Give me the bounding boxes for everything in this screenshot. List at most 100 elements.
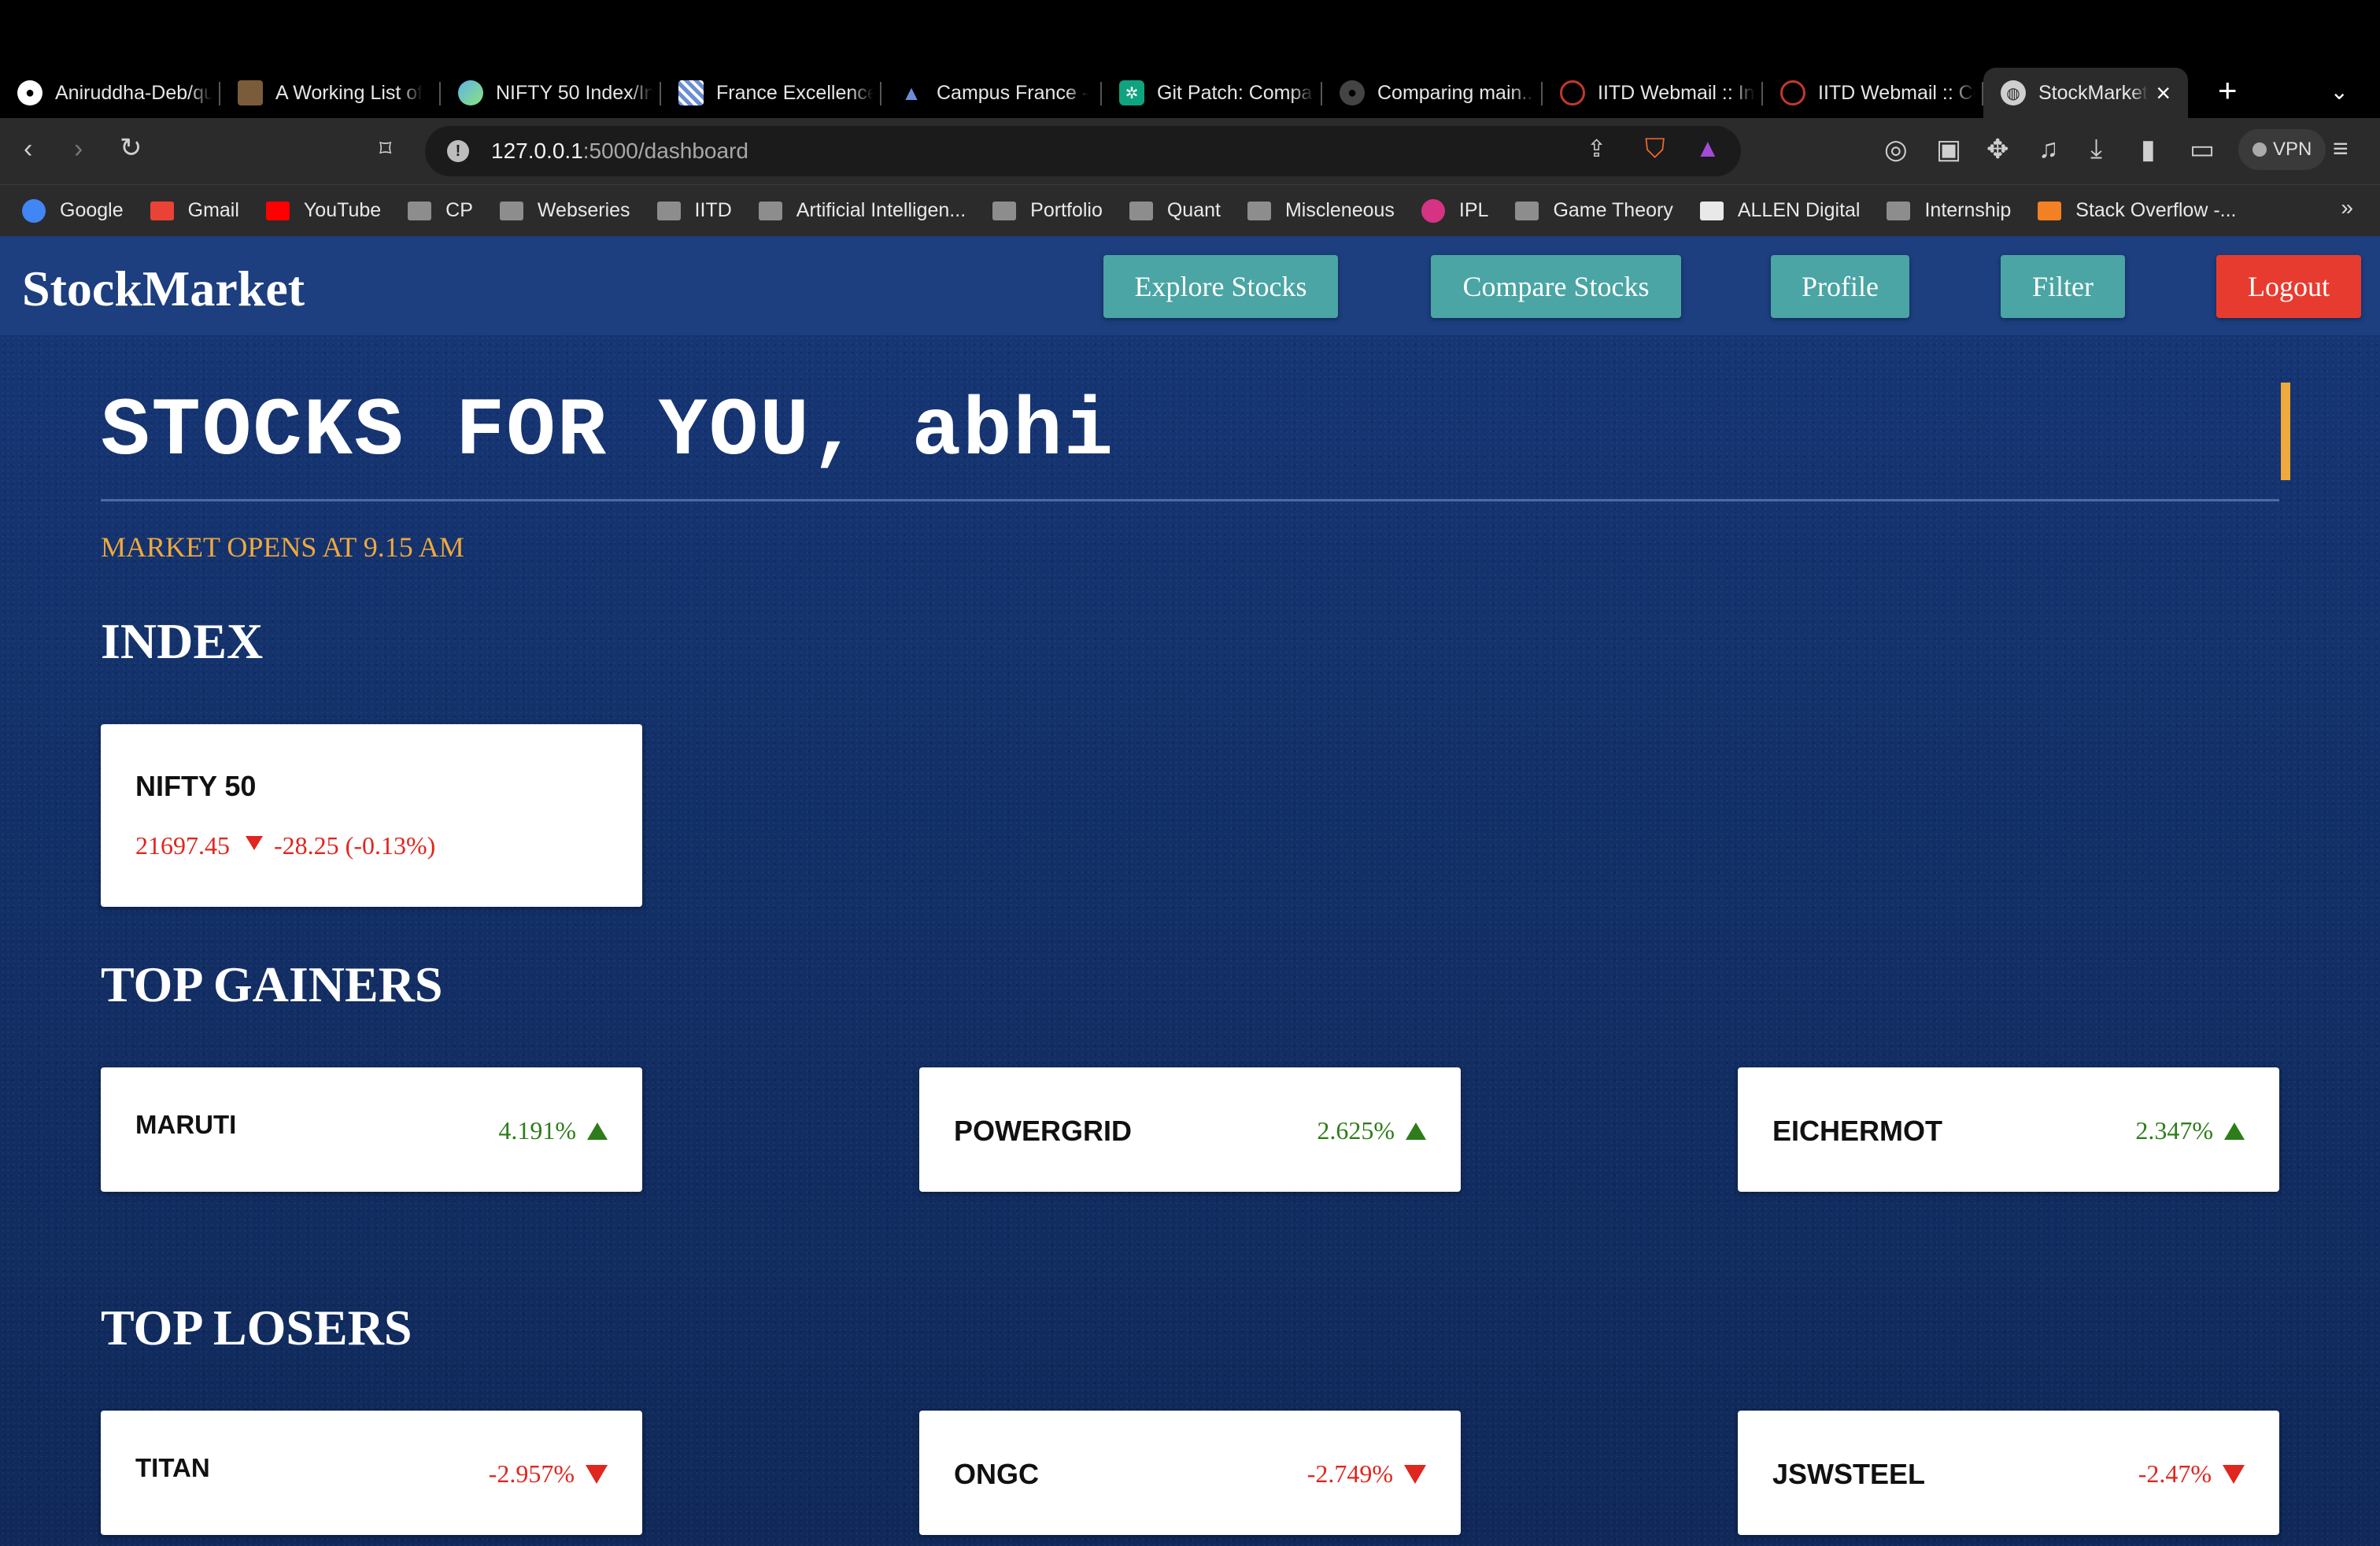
vpn-label: VPN [2273,139,2312,160]
bookmark-item[interactable]: CP [408,199,473,222]
browser-tab[interactable]: ● Comparing main... [1322,68,1543,118]
gainer-card[interactable]: POWERGRID 2.625% [919,1067,1461,1192]
browser-tab[interactable]: IITD Webmail :: Int [1543,68,1763,118]
new-tab-button[interactable]: + [2218,72,2238,109]
folder-icon [1887,201,1911,220]
bookmark-label: Quant [1166,199,1221,221]
bookmark-label: ALLEN Digital [1737,199,1861,221]
bookmark-item[interactable]: Google [22,198,124,223]
stock-symbol: EICHERMOT [1772,1115,1942,1147]
browser-tab[interactable]: ● Aniruddha-Deb/qu [0,68,220,118]
menu-icon[interactable]: ≡ [2333,134,2349,165]
tab-title: StockMarket [2038,81,2148,104]
tab-title: Git Patch: Compar [1157,81,1314,104]
calendar-icon[interactable]: ▣ [1936,134,1961,165]
bookmark-label: Game Theory [1553,199,1673,221]
bookmark-icon[interactable]: ⌑ [379,135,391,163]
brave-rewards-icon[interactable]: ▲ [1695,134,1720,163]
index-card[interactable]: NIFTY 50 21697.45 -28.25 (-0.13%) [101,724,642,907]
folder-icon [1129,201,1153,220]
browser-tab[interactable]: NIFTY 50 Index/In [441,68,661,118]
bookmark-label: Miscleneous [1284,199,1395,221]
up-arrow-icon [2224,1122,2245,1140]
bookmark-item[interactable]: YouTube [265,199,381,222]
tab-title: Campus France - [937,81,1089,104]
bookmark-item[interactable]: IPL [1421,198,1488,223]
forward-icon[interactable]: › [74,134,83,165]
bookmark-item[interactable]: Artificial Intelligen... [758,199,966,222]
tab-title: NIFTY 50 Index/In [496,81,653,104]
bookmark-label: Stack Overflow -... [2075,199,2237,221]
bookmark-item[interactable]: Stack Overflow -... [2038,199,2237,222]
down-arrow-icon [1404,1464,1426,1484]
youtube-icon [265,201,290,220]
stock-change: 4.191% [498,1116,608,1145]
bookmark-item[interactable]: Miscleneous [1247,199,1395,222]
browser-tab[interactable]: ▲ Campus France - [881,68,1102,118]
google-icon [22,198,46,223]
browser-tab[interactable]: A Working List of [220,68,441,118]
browser-tab[interactable]: ✲ Git Patch: Compar [1102,68,1322,118]
back-icon[interactable]: ‹ [24,134,32,165]
brand-logo[interactable]: StockMarket [22,260,305,318]
up-arrow-icon [1406,1122,1426,1140]
bookmark-item[interactable]: Game Theory [1515,199,1673,222]
download-icon[interactable]: ⤓ [2090,134,2102,165]
brave-shield-icon[interactable]: ⛉ [1645,134,1665,165]
bookmark-label: Portfolio [1030,199,1103,221]
compare-stocks-button[interactable]: Compare Stocks [1431,255,1681,318]
bookmark-item[interactable]: Gmail [150,199,239,222]
address-bar[interactable]: ! 127.0.0.1:5000/dashboard ⇪ ⛉ ▲ [425,126,1741,176]
bookmark-item[interactable]: Portfolio [992,199,1103,222]
loser-card[interactable]: JSWSTEEL -2.47% [1738,1411,2279,1535]
vpn-button[interactable]: VPN [2238,129,2326,170]
folder-icon [408,201,432,220]
stock-symbol: ONGC [954,1458,1039,1490]
browser-tab-active[interactable]: ◍ StockMarket × [1983,68,2188,118]
bookmark-item[interactable]: Quant [1129,199,1221,222]
github-icon: ● [17,80,42,105]
index-value: 21697.45 [135,831,230,860]
wallet-icon[interactable]: ▭ [2190,134,2215,165]
up-arrow-icon [587,1122,608,1140]
tab-title: France Excellence [716,81,874,104]
reload-icon[interactable]: ↻ [120,132,142,164]
folder-icon [656,201,681,220]
gainer-card[interactable]: EICHERMOT 2.347% [1738,1067,2279,1192]
gainer-card[interactable]: MARUTI 4.191% [101,1067,642,1192]
loser-card[interactable]: TITAN -2.957% [101,1411,642,1535]
filter-button[interactable]: Filter [2001,255,2125,318]
browser-tab[interactable]: IITD Webmail :: Co [1763,68,1983,118]
tab-title: IITD Webmail :: Int [1598,81,1755,104]
share-icon[interactable]: ⇪ [1587,135,1606,163]
stock-change: -2.749% [1307,1459,1426,1489]
close-icon[interactable]: × [2156,79,2171,108]
sidebar-icon[interactable]: ▮ [2141,134,2156,165]
bookmark-label: Artificial Intelligen... [796,199,966,221]
browser-tab[interactable]: France Excellence [661,68,881,118]
folder-icon [758,201,782,220]
bookmark-item[interactable]: ALLEN Digital [1699,199,1861,222]
bookmark-item[interactable]: Webseries [499,199,630,222]
down-arrow-icon [246,835,263,850]
bookmark-item[interactable]: IITD [656,199,732,222]
site-info-icon[interactable]: ! [447,140,469,162]
tab-list-icon[interactable]: ⌄ [2330,79,2349,105]
stackoverflow-icon [2038,201,2062,220]
navbar: StockMarket Explore Stocks Compare Stock… [0,236,2380,335]
url-host: 127.0.0.1 [491,139,583,163]
url-text[interactable]: 127.0.0.1:5000/dashboard [491,139,748,164]
extension-icon[interactable]: ◎ [1884,134,1908,165]
logout-button[interactable]: Logout [2216,255,2361,318]
github-icon: ● [1340,80,1365,105]
bookmarks-overflow-icon[interactable]: » [2341,195,2353,220]
bookmark-item[interactable]: Internship [1887,199,2011,222]
index-change: -28.25 (-0.13%) [274,831,436,860]
profile-button[interactable]: Profile [1771,255,1909,318]
puzzle-icon[interactable]: ✥ [1986,134,2009,165]
france-icon [678,80,704,105]
loser-card[interactable]: ONGC -2.749% [919,1411,1461,1535]
explore-stocks-button[interactable]: Explore Stocks [1103,255,1338,318]
music-icon[interactable]: ♫ [2038,134,2059,165]
bookmark-label: Internship [1924,199,2012,221]
